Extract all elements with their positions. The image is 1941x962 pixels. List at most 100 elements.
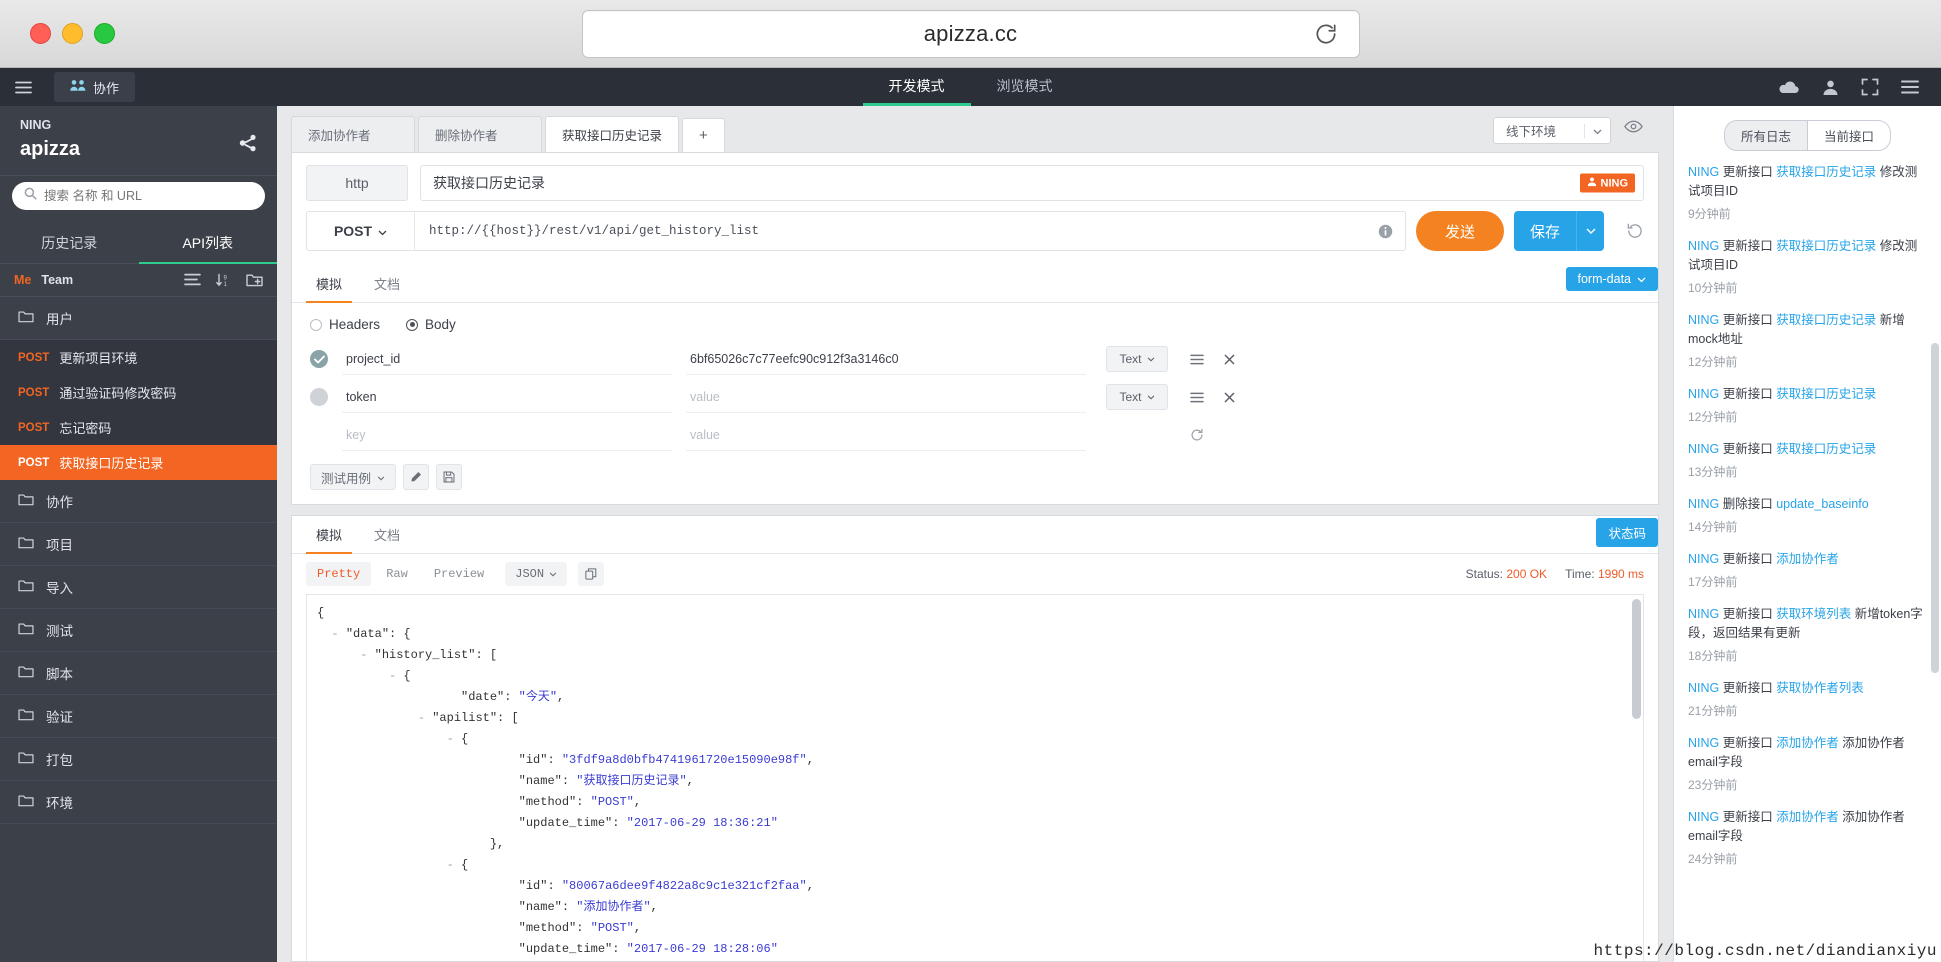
sidebar-api-item-selected[interactable]: POST 获取接口历史记录 [0,445,277,480]
view-preview[interactable]: Preview [423,562,495,586]
status-code-button[interactable]: 状态码 [1596,518,1658,547]
log-item[interactable]: NING 更新接口 添加协作者 添加协作者email字段 24分钟前 [1688,808,1927,867]
log-item[interactable]: NING 更新接口 获取接口历史记录 修改测试项目ID 9分钟前 [1688,163,1927,222]
param-key-input[interactable]: key [342,419,672,451]
param-key-input[interactable]: token [342,381,672,413]
collaboration-button[interactable]: 协作 [54,72,136,102]
param-type-selector[interactable]: Text [1106,346,1168,372]
sidebar-api-item[interactable]: POST 更新项目环境 [0,340,277,375]
minimize-window-button[interactable] [62,23,83,44]
user-icon[interactable] [1822,79,1839,96]
new-folder-icon[interactable] [246,273,263,287]
log-target[interactable]: update_baseinfo [1776,497,1868,511]
tab-request-mock[interactable]: 模拟 [306,265,353,303]
sidebar-folder-item[interactable]: 打包 [0,738,277,781]
log-item[interactable]: NING 更新接口 获取接口历史记录 修改测试项目ID 10分钟前 [1688,237,1927,296]
browser-address-bar[interactable]: apizza.cc [581,9,1360,58]
sidebar-folder-item[interactable]: 协作 [0,480,277,523]
log-item[interactable]: NING 更新接口 获取接口历史记录 新增mock地址 12分钟前 [1688,311,1927,370]
cloud-icon[interactable] [1778,80,1800,95]
save-button[interactable]: 保存 [1514,211,1576,251]
protocol-selector[interactable]: http [306,165,408,201]
url-box[interactable]: POST http://{{host}}/rest/v1/api/get_his… [306,211,1406,251]
param-key-input[interactable]: project_id [342,343,672,375]
radio-body[interactable]: Body [406,317,456,332]
close-icon[interactable] [1224,354,1235,365]
tab-response-doc[interactable]: 文档 [364,516,410,554]
reload-icon[interactable] [1311,19,1341,49]
log-target[interactable]: 获取接口历史记录 [1776,442,1876,456]
log-target[interactable]: 获取接口历史记录 [1776,165,1876,179]
log-item[interactable]: NING 更新接口 获取环境列表 新增token字段，返回结果有更新 18分钟前 [1688,605,1927,664]
request-tab-2[interactable]: 获取接口历史记录 [545,116,680,152]
log-target[interactable]: 添加协作者 [1776,552,1839,566]
log-tab-current[interactable]: 当前接口 [1808,120,1892,151]
sidebar-folder-item[interactable]: 用户 [0,297,277,340]
share-icon[interactable] [239,134,257,157]
tab-request-doc[interactable]: 文档 [364,265,410,303]
log-item[interactable]: NING 更新接口 获取接口历史记录 12分钟前 [1688,385,1927,425]
log-target[interactable]: 获取环境列表 [1776,607,1851,621]
maximize-window-button[interactable] [94,23,115,44]
body-type-selector[interactable]: form-data [1565,267,1658,291]
scope-team[interactable]: Team [41,273,73,287]
scope-me[interactable]: Me [14,273,31,287]
sidebar-folder-item[interactable]: 项目 [0,523,277,566]
sidebar-api-item[interactable]: POST 忘记密码 [0,410,277,445]
sidebar-api-item[interactable]: POST 通过验证码修改密码 [0,375,277,410]
search-input[interactable] [44,189,253,203]
eye-icon[interactable] [1624,120,1643,138]
pencil-icon[interactable] [403,464,430,490]
chevron-down-icon[interactable] [1576,211,1604,251]
hamburger-icon[interactable] [0,68,46,106]
log-target[interactable]: 获取接口历史记录 [1776,387,1876,401]
send-button[interactable]: 发送 [1416,211,1504,251]
close-window-button[interactable] [30,23,51,44]
sidebar-folder-item[interactable]: 脚本 [0,652,277,695]
list-icon[interactable] [184,273,201,287]
log-item[interactable]: NING 更新接口 获取协作者列表 21分钟前 [1688,679,1927,719]
param-value-input[interactable]: 6bf65026c7c77eefc90c912f3a3146c0 [686,343,1086,375]
drag-handle-icon[interactable] [1190,354,1204,365]
radio-headers[interactable]: Headers [310,317,380,332]
log-target[interactable]: 获取接口历史记录 [1776,239,1876,253]
response-format-selector[interactable]: JSON [505,562,568,586]
environment-selector[interactable]: 线下环境 [1492,117,1611,144]
info-icon[interactable] [1378,224,1405,239]
param-value-input[interactable]: value [686,419,1086,451]
scrollbar-thumb[interactable] [1632,599,1641,719]
response-body[interactable]: { - "data": { - "history_list": [ - { "d… [306,594,1644,961]
search-box[interactable] [12,182,265,210]
param-type-selector[interactable]: Text [1106,384,1168,410]
request-tab-0[interactable]: 添加协作者 [291,116,415,152]
log-item[interactable]: NING 更新接口 获取接口历史记录 13分钟前 [1688,440,1927,480]
sidebar-folder-item[interactable]: 环境 [0,781,277,824]
view-raw[interactable]: Raw [375,562,419,586]
tab-dev-mode[interactable]: 开发模式 [862,68,971,106]
add-request-tab-button[interactable]: + [682,118,725,152]
sidebar-folder-item[interactable]: 测试 [0,609,277,652]
http-method-selector[interactable]: POST [307,212,415,250]
log-target[interactable]: 添加协作者 [1776,810,1839,824]
log-target[interactable]: 获取协作者列表 [1776,681,1864,695]
api-name-input[interactable]: 获取接口历史记录 NING [420,165,1644,201]
param-enabled-checkbox[interactable] [310,350,328,368]
sidebar-folder-item[interactable]: 导入 [0,566,277,609]
param-value-input[interactable]: value [686,381,1086,413]
tab-response-mock[interactable]: 模拟 [306,516,353,554]
log-item[interactable]: NING 更新接口 添加协作者 添加协作者email字段 23分钟前 [1688,734,1927,793]
refresh-icon[interactable] [1190,428,1204,442]
response-scrollbar[interactable] [1632,599,1641,957]
param-enabled-checkbox[interactable] [310,388,328,406]
sidebar-tab-api-list[interactable]: API列表 [138,222,277,264]
copy-icon[interactable] [578,562,605,586]
history-reset-icon[interactable] [1626,222,1644,240]
log-scrollbar-thumb[interactable] [1931,343,1939,673]
log-item[interactable]: NING 更新接口 添加协作者 17分钟前 [1688,550,1927,590]
view-pretty[interactable]: Pretty [306,562,372,586]
sidebar-folder-item[interactable]: 验证 [0,695,277,738]
log-target[interactable]: 获取接口历史记录 [1776,313,1876,327]
sidebar-api-list[interactable]: 用户 POST 更新项目环境 POST 通过验证码修改密码 POST 忘记密码 POST 获取接… [0,297,277,962]
log-tab-all[interactable]: 所有日志 [1723,120,1808,151]
sort-icon[interactable]: 9 1 [216,273,231,287]
